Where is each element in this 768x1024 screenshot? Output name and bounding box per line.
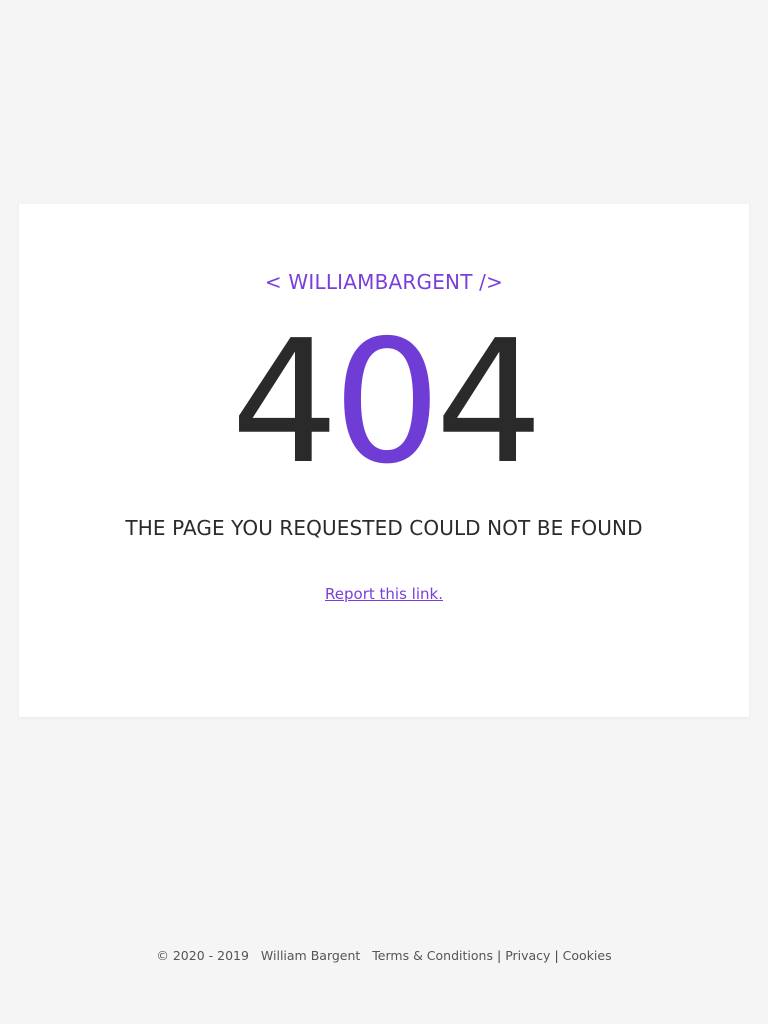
error-code: 404	[0, 318, 768, 488]
site-brand: < WILLIAMBARGENT />	[264, 270, 504, 294]
privacy-link[interactable]: Privacy	[505, 948, 550, 963]
cookies-link[interactable]: Cookies	[563, 948, 612, 963]
error-code-digit-2: 0	[332, 304, 441, 502]
footer-separator: |	[496, 948, 502, 963]
footer: © 2020 - 2019 William Bargent Terms & Co…	[0, 948, 768, 963]
terms-link[interactable]: Terms & Conditions	[372, 948, 493, 963]
error-code-digit-3: 4	[435, 304, 543, 502]
error-message: THE PAGE YOU REQUESTED COULD NOT BE FOUN…	[125, 516, 643, 540]
report-link-container: Report this link.	[0, 585, 768, 603]
footer-copyright: © 2020 - 2019	[156, 948, 249, 963]
error-code-digit-1: 4	[230, 304, 339, 502]
report-link[interactable]: Report this link.	[325, 585, 443, 603]
footer-separator: |	[554, 948, 559, 963]
footer-owner: William Bargent	[260, 948, 361, 963]
